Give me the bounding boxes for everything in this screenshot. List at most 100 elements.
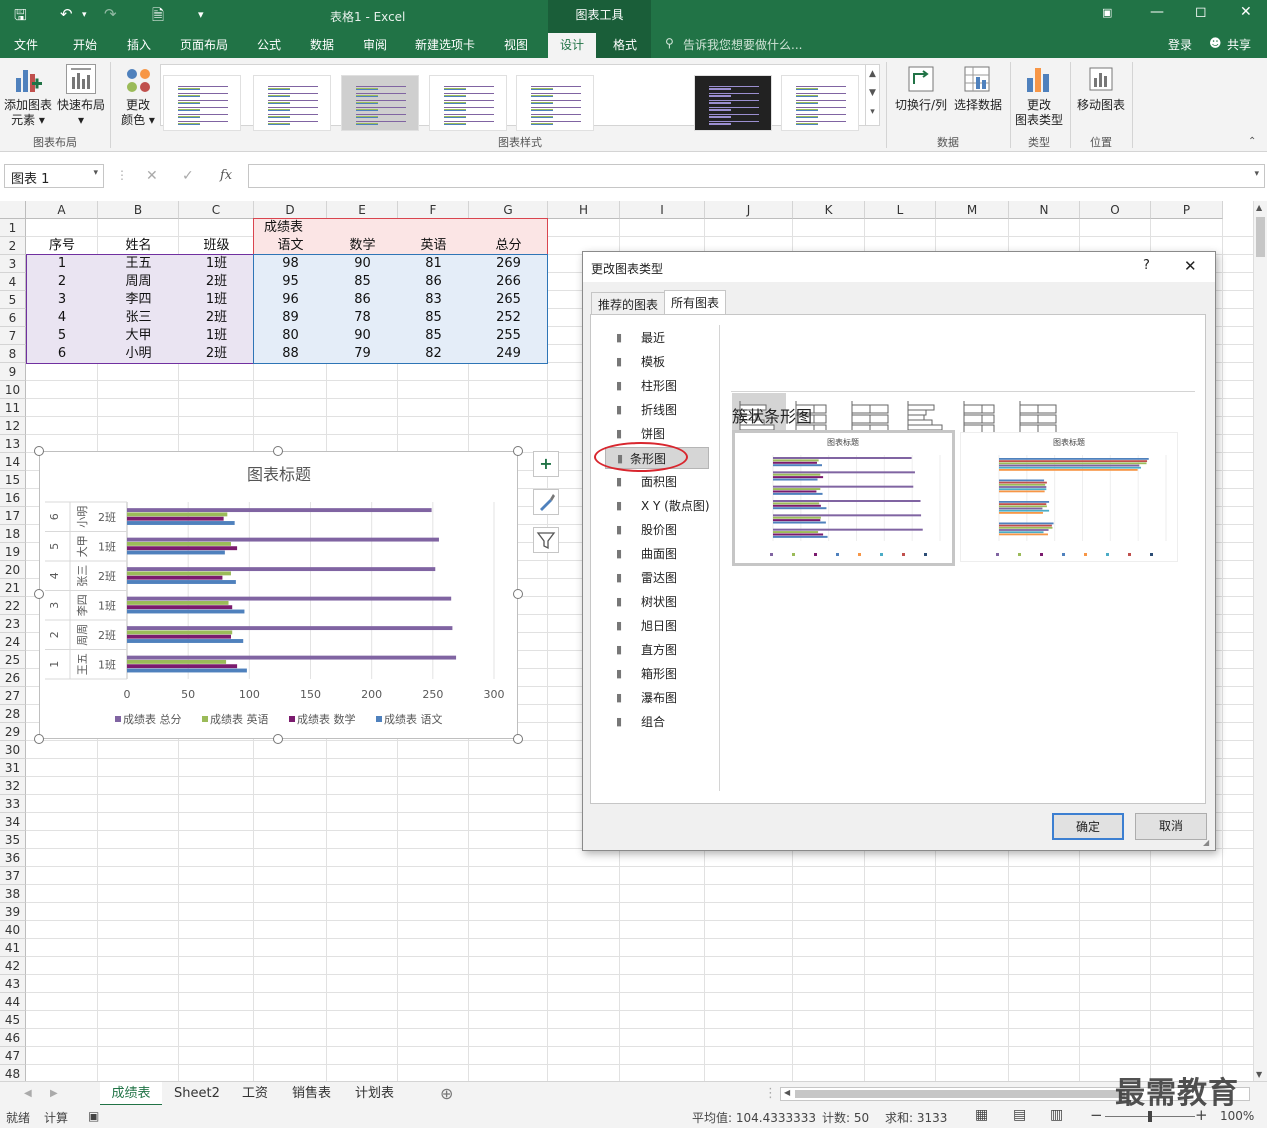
- zoom-thumb[interactable]: [1148, 1111, 1152, 1122]
- redo-icon[interactable]: ↷: [104, 5, 117, 23]
- dialog-close-icon[interactable]: ✕: [1184, 257, 1197, 275]
- row-header[interactable]: 17: [0, 507, 26, 525]
- minimize-icon[interactable]: —: [1150, 4, 1164, 20]
- add-chart-element-label[interactable]: 添加图表 元素 ▾: [2, 98, 54, 128]
- tab-view[interactable]: 视图: [504, 36, 528, 53]
- row-header[interactable]: 21: [0, 579, 26, 597]
- ribbon-display-icon[interactable]: ▣: [1102, 6, 1112, 19]
- bar-1-5[interactable]: [127, 537, 439, 542]
- row-header[interactable]: 2: [0, 237, 26, 255]
- chart-elements-plus-icon[interactable]: +: [533, 451, 559, 477]
- bar-4-4[interactable]: [127, 580, 236, 584]
- chart-resize-handle[interactable]: [34, 446, 44, 456]
- share-button[interactable]: 共享: [1227, 36, 1251, 53]
- column-header[interactable]: K: [793, 201, 865, 219]
- sheet-tab[interactable]: 工资: [242, 1082, 268, 1106]
- row-header[interactable]: 32: [0, 777, 26, 795]
- table-cell[interactable]: 81: [398, 255, 469, 273]
- row-header[interactable]: 45: [0, 1011, 26, 1029]
- table-cell[interactable]: 90: [327, 327, 398, 345]
- bar-1-3[interactable]: [127, 596, 452, 601]
- chart-type-item[interactable]: ▮ 树状图: [611, 591, 729, 613]
- tab-format[interactable]: 格式: [613, 36, 637, 53]
- row-header[interactable]: 42: [0, 957, 26, 975]
- save-icon[interactable]: 🖫: [14, 5, 27, 30]
- column-header-cell[interactable]: 语文: [254, 237, 327, 255]
- help-button[interactable]: ?: [1143, 258, 1150, 273]
- legend-entry[interactable]: 成绩表 数学: [297, 712, 356, 726]
- sheet-tab[interactable]: 销售表: [292, 1082, 331, 1106]
- tab-insert[interactable]: 插入: [127, 36, 151, 53]
- row-header[interactable]: 8: [0, 345, 26, 363]
- chart-resize-handle[interactable]: [273, 446, 283, 456]
- chart-style-1[interactable]: [163, 75, 241, 131]
- fx-icon[interactable]: fx: [220, 168, 232, 183]
- tab-formulas[interactable]: 公式: [257, 36, 281, 53]
- cancel-icon[interactable]: ✕: [146, 168, 158, 184]
- chart-style-3[interactable]: [341, 75, 419, 131]
- chart-resize-handle[interactable]: [34, 589, 44, 599]
- chart-type-item[interactable]: ▮ 股价图: [611, 519, 729, 541]
- column-header-cell[interactable]: 总分: [469, 237, 548, 255]
- new-file-icon[interactable]: 🗎: [152, 5, 164, 30]
- table-cell[interactable]: 96: [254, 291, 327, 309]
- chart-type-item[interactable]: ▮ 模板: [611, 351, 729, 373]
- table-cell[interactable]: 90: [327, 255, 398, 273]
- table-cell[interactable]: 1班: [179, 255, 254, 273]
- chart-resize-handle[interactable]: [34, 734, 44, 744]
- table-cell[interactable]: 1班: [179, 291, 254, 309]
- tab-page-layout[interactable]: 页面布局: [180, 36, 228, 53]
- tab-file[interactable]: 文件: [14, 36, 38, 53]
- bar-2-5[interactable]: [127, 541, 231, 546]
- row-header[interactable]: 27: [0, 687, 26, 705]
- table-cell[interactable]: 85: [327, 273, 398, 291]
- legend-entry[interactable]: 成绩表 语文: [384, 712, 443, 726]
- legend-entry[interactable]: 成绩表 总分: [123, 712, 182, 726]
- bar-2-1[interactable]: [127, 659, 227, 664]
- table-cell[interactable]: 1: [26, 255, 98, 273]
- table-cell[interactable]: 6: [26, 345, 98, 363]
- chart-resize-handle[interactable]: [513, 734, 523, 744]
- bar-2-4[interactable]: [127, 571, 231, 576]
- move-chart-icon[interactable]: [1086, 64, 1116, 94]
- chart-type-item[interactable]: ▮ 最近: [611, 327, 729, 349]
- bar-3-1[interactable]: [127, 664, 238, 669]
- chart-type-item[interactable]: ▮ 柱形图: [611, 375, 729, 397]
- name-box[interactable]: 图表 1 ▾: [4, 164, 104, 188]
- table-cell[interactable]: 79: [327, 345, 398, 363]
- row-header[interactable]: 47: [0, 1047, 26, 1065]
- table-cell[interactable]: 95: [254, 273, 327, 291]
- maximize-icon[interactable]: ◻: [1195, 4, 1207, 20]
- change-chart-type-label[interactable]: 更改 图表类型: [1012, 98, 1066, 128]
- column-header[interactable]: N: [1009, 201, 1080, 219]
- table-cell[interactable]: 2班: [179, 345, 254, 363]
- row-header[interactable]: 44: [0, 993, 26, 1011]
- tell-me-input[interactable]: 告诉我您想要做什么...: [683, 36, 802, 53]
- column-header-cell[interactable]: 英语: [398, 237, 469, 255]
- chart-type-item[interactable]: ▮ 瀑布图: [611, 687, 729, 709]
- table-cell[interactable]: 86: [327, 291, 398, 309]
- table-cell[interactable]: 1班: [179, 327, 254, 345]
- table-cell[interactable]: 4: [26, 309, 98, 327]
- chart-resize-handle[interactable]: [273, 734, 283, 744]
- table-cell[interactable]: 255: [469, 327, 548, 345]
- table-cell[interactable]: 85: [398, 327, 469, 345]
- chart-type-item[interactable]: ▮ 组合: [611, 711, 729, 733]
- column-header[interactable]: J: [705, 201, 793, 219]
- change-colors-icon[interactable]: [124, 66, 154, 94]
- chart-title[interactable]: 图表标题: [247, 465, 311, 484]
- table-cell[interactable]: 李四: [98, 291, 179, 309]
- table-cell[interactable]: 周周: [98, 273, 179, 291]
- chart-type-item[interactable]: ▮ 直方图: [611, 639, 729, 661]
- row-header[interactable]: 7: [0, 327, 26, 345]
- legend-entry[interactable]: 成绩表 英语: [210, 712, 269, 726]
- column-header-cell[interactable]: 序号: [26, 237, 98, 255]
- table-cell[interactable]: 2: [26, 273, 98, 291]
- normal-view-icon[interactable]: ▦: [975, 1107, 988, 1123]
- row-header[interactable]: 6: [0, 309, 26, 327]
- column-header[interactable]: F: [398, 201, 469, 219]
- chart-style-7[interactable]: [781, 75, 859, 131]
- vertical-scrollbar[interactable]: ▲ ▼: [1253, 201, 1267, 1081]
- row-header[interactable]: 48: [0, 1065, 26, 1081]
- chart-type-item[interactable]: ▮ 折线图: [611, 399, 729, 421]
